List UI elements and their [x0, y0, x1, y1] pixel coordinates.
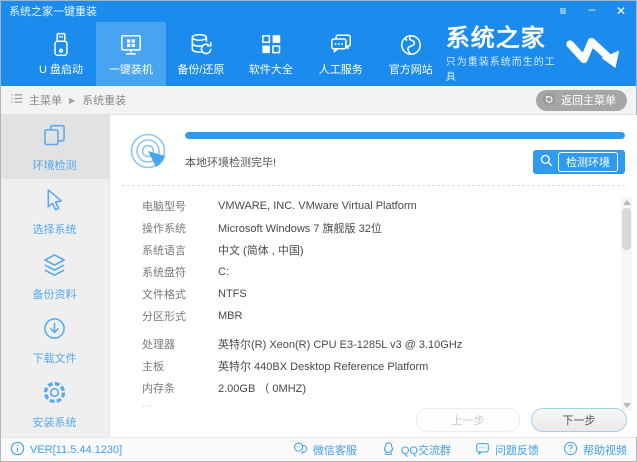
detail-row: 系统语言 中文 (简体 , 中国) — [142, 245, 304, 257]
version-info: VER[11.5.44.1230] — [10, 441, 122, 459]
help-video-link[interactable]: 帮助视频 — [563, 441, 627, 459]
detail-row: 内存条 2.00GB （ 0MHZ) — [142, 383, 307, 395]
sidebar: 环境检测 选择系统 备份资料 下载文件 安装系统 — [0, 115, 110, 437]
usb-drive-icon — [48, 32, 74, 58]
return-button-label: 返回主菜单 — [561, 95, 616, 107]
brand-slogan: 只为重装系统而生的工具 — [445, 56, 556, 83]
detect-environment-button[interactable]: 检测环境 — [533, 150, 625, 174]
nav-item-customer-service[interactable]: 人工服务 — [306, 22, 376, 86]
breadcrumb-current: 系统重装 — [82, 95, 127, 107]
nav-item-usb-boot[interactable]: U 盘启动 — [26, 22, 96, 86]
wechat-service-link[interactable]: 微信客服 — [293, 441, 357, 459]
nav-item-label: 备份/还原 — [177, 63, 225, 76]
previous-step-button[interactable]: 上一步 — [416, 408, 520, 432]
detail-row: 主板 英特尔 440BX Desktop Reference Platform — [142, 361, 429, 373]
return-arrow-icon — [542, 92, 556, 109]
feedback-link[interactable]: 问题反馈 — [475, 441, 539, 459]
scrollbar-thumb[interactable] — [622, 208, 631, 250]
top-navbar: U 盘启动 一键装机 备份/还原 软件大全 人工服务 官方网站 系统之家 只为重… — [0, 22, 637, 86]
sidebar-item-label: 下载文件 — [32, 352, 77, 365]
statusbar-link-label: QQ交流群 — [400, 445, 451, 457]
magnifier-icon — [540, 154, 553, 170]
statusbar-link-label: 问题反馈 — [495, 445, 539, 457]
app-grid-icon — [258, 32, 284, 58]
radar-scan-icon — [126, 129, 170, 173]
version-text: VER[11.5.44.1230] — [30, 444, 123, 456]
nav-item-label: 一键装机 — [108, 63, 153, 76]
chat-bubbles-icon — [328, 32, 354, 58]
nav-item-backup-restore[interactable]: 备份/还原 — [166, 22, 236, 86]
return-main-menu-button[interactable]: 返回主菜单 — [536, 89, 627, 111]
nav-item-label: 人工服务 — [318, 63, 363, 76]
vertical-scrollbar — [621, 197, 632, 411]
detail-row: 文件格式 NTFS — [142, 288, 247, 301]
window-controls: ≡ – ✕ — [556, 3, 628, 17]
sidebar-item-label: 安装系统 — [32, 417, 77, 430]
dashed-divider — [122, 185, 625, 186]
menu-icon[interactable]: ≡ — [556, 5, 570, 17]
detail-row: 系统盘符 C: — [142, 266, 229, 279]
qq-penguin-icon — [381, 441, 396, 459]
nav-item-label: 软件大全 — [248, 63, 293, 76]
main-panel: 本地环境检测完毕! 检测环境 电脑型号 VMWARE, INC. VMware V… — [110, 115, 637, 437]
app-window: 系统之家一键重装 ≡ – ✕ U 盘启动 一键装机 备份/还原 软件大全 人工服… — [0, 0, 637, 462]
nav-item-one-click-install[interactable]: 一键装机 — [95, 22, 166, 86]
swoosh-arrow-icon — [565, 34, 623, 75]
statusbar-link-label: 微信客服 — [312, 445, 357, 457]
detection-progress-bar — [185, 132, 625, 139]
status-bar: VER[11.5.44.1230] 微信客服 QQ交流群 问题反馈 帮助视频 — [0, 437, 637, 462]
cursor-icon — [41, 186, 68, 216]
brand-title: 系统之家 — [445, 24, 546, 52]
download-circle-icon — [41, 315, 68, 345]
breadcrumb-separator-icon: ▶ — [69, 95, 76, 105]
sidebar-item-backup-data[interactable]: 备份资料 — [0, 244, 109, 308]
title-bar: 系统之家一键重装 ≡ – ✕ — [0, 0, 637, 22]
sidebar-item-download-files[interactable]: 下载文件 — [0, 308, 109, 372]
brand-logo: 系统之家 只为重装系统而生的工具 — [446, 22, 637, 86]
nav-item-label: U 盘启动 — [38, 63, 83, 76]
question-circle-icon — [563, 441, 578, 459]
detection-header: 本地环境检测完毕! 检测环境 — [122, 127, 625, 174]
next-step-button[interactable]: 下一步 — [531, 408, 627, 432]
detail-row: 分区形式 MBR — [142, 310, 243, 323]
window-title: 系统之家一键重装 — [9, 6, 97, 18]
sidebar-item-label: 选择系统 — [32, 224, 77, 237]
database-refresh-icon — [188, 32, 214, 58]
monitor-windows-icon — [118, 32, 144, 58]
env-detect-icon — [41, 122, 68, 152]
qq-group-link[interactable]: QQ交流群 — [381, 441, 451, 459]
detail-row: 电脑型号 VMWARE, INC. VMware Virtual Platform — [142, 200, 417, 213]
close-icon[interactable]: ✕ — [614, 5, 628, 17]
feedback-bubble-icon — [475, 441, 490, 459]
breadcrumb-root[interactable]: 主菜单 — [29, 92, 62, 108]
detect-button-label: 检测环境 — [558, 152, 618, 172]
scroll-up-arrow-icon[interactable] — [622, 200, 631, 205]
wechat-icon — [293, 441, 308, 459]
statusbar-link-label: 帮助视频 — [583, 445, 627, 457]
nav-item-label: 官方网站 — [388, 63, 433, 76]
gear-icon — [41, 379, 68, 409]
sidebar-item-label: 环境检测 — [32, 159, 77, 172]
statusbar-links: 微信客服 QQ交流群 问题反馈 帮助视频 — [293, 441, 627, 459]
globe-icon — [398, 32, 424, 58]
list-icon — [10, 92, 23, 108]
nav-item-official-website[interactable]: 官方网站 — [376, 22, 446, 86]
sidebar-item-env-detect[interactable]: 环境检测 — [0, 115, 109, 180]
wizard-nav-buttons: 上一步 下一步 — [416, 408, 627, 432]
sidebar-item-install-system[interactable]: 安装系统 — [0, 373, 109, 437]
minimize-icon[interactable]: – — [585, 3, 599, 15]
detail-row: 处理器 英特尔(R) Xeon(R) CPU E3-1285L v3 @ 3.10… — [142, 339, 463, 351]
sidebar-item-label: 备份资料 — [32, 288, 77, 301]
system-info-list: 电脑型号 VMWARE, INC. VMware Virtual Platform… — [122, 195, 625, 413]
detection-status-text: 本地环境检测完毕! — [185, 157, 277, 169]
breadcrumb: 主菜单 ▶ 系统重装 返回主菜单 — [0, 86, 637, 115]
nav-item-software-collection[interactable]: 软件大全 — [236, 22, 306, 86]
sidebar-item-select-system[interactable]: 选择系统 — [0, 179, 109, 243]
detail-row: 操作系统 Microsoft Windows 7 旗舰版 32位 — [142, 223, 382, 235]
layers-icon — [41, 251, 68, 281]
info-icon — [10, 441, 25, 459]
